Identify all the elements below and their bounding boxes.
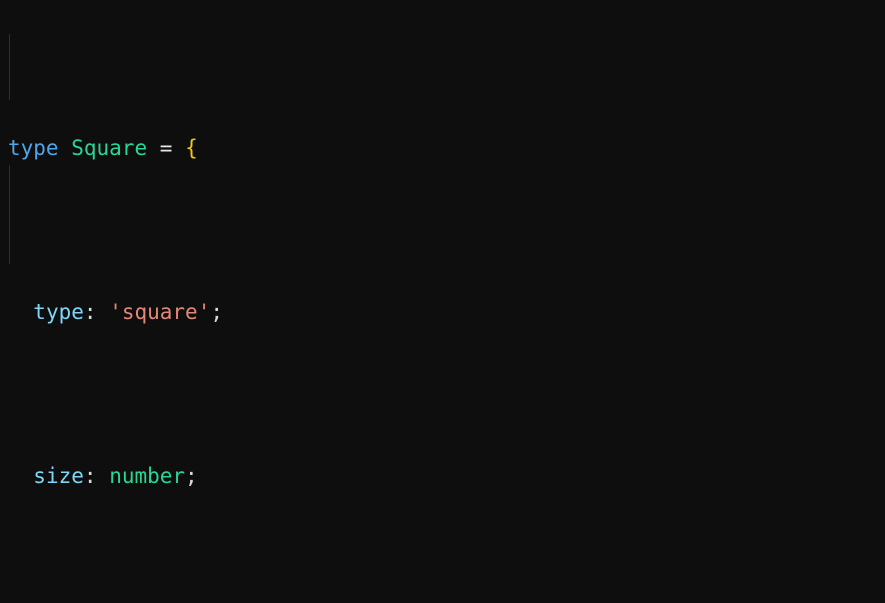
code-line-1[interactable]: type Square = { [0, 132, 885, 165]
token-indent [8, 464, 33, 488]
token-space [147, 136, 160, 160]
token-operator-assign: = [160, 136, 173, 160]
token-brace-open: { [185, 136, 198, 160]
token-type-number: number [109, 464, 185, 488]
token-space [59, 136, 72, 160]
token-space [97, 464, 110, 488]
token-colon: : [84, 464, 97, 488]
token-keyword-type: type [8, 136, 59, 160]
token-property-size: size [33, 464, 84, 488]
token-space [97, 300, 110, 324]
token-string-square: 'square' [109, 300, 210, 324]
code-line-3[interactable]: size: number; [0, 460, 885, 493]
token-indent [8, 300, 33, 324]
token-semicolon: ; [185, 464, 198, 488]
code-content[interactable]: type Square = { type: 'square'; size: nu… [0, 0, 885, 603]
code-editor[interactable]: type Square = { type: 'square'; size: nu… [0, 0, 885, 603]
token-space [172, 136, 185, 160]
token-semicolon: ; [210, 300, 223, 324]
token-property-type: type [33, 300, 84, 324]
code-line-2[interactable]: type: 'square'; [0, 296, 885, 329]
token-type-square: Square [71, 136, 147, 160]
token-colon: : [84, 300, 97, 324]
